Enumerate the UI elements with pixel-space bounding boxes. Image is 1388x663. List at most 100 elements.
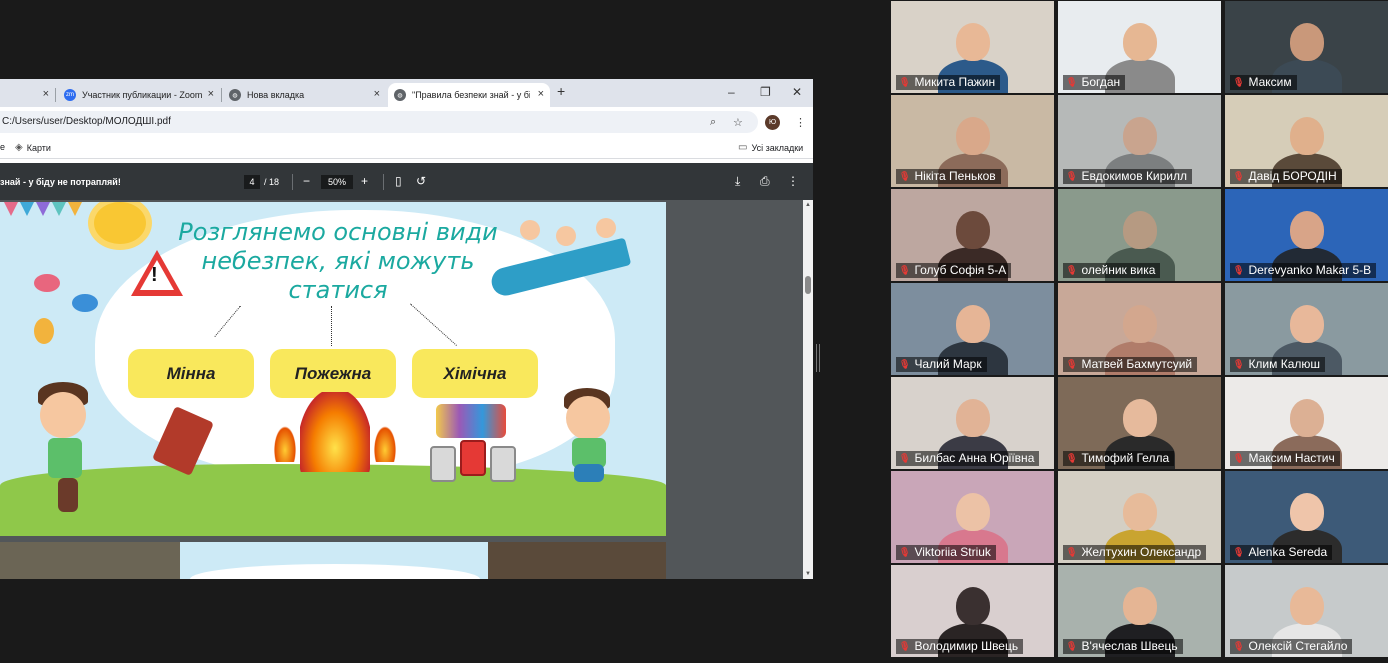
zoom-level-input[interactable]: 50%	[321, 175, 353, 189]
maps-icon: ◈	[15, 142, 23, 153]
tab-label: Участник публикации - Zoom	[82, 90, 203, 100]
tab-previous[interactable]: ×	[0, 83, 55, 107]
participant-tile[interactable]: 🎙 Viktoriia Striuk	[891, 471, 1054, 563]
minimize-button[interactable]: –	[728, 85, 735, 99]
participant-tile[interactable]: 🎙 Евдокимов Кирилл	[1058, 95, 1221, 187]
muted-mic-icon: 🎙	[1066, 641, 1078, 651]
muted-mic-icon: 🎙	[1066, 265, 1078, 275]
participant-face	[1289, 117, 1324, 155]
participant-face	[1122, 23, 1157, 61]
participant-face	[955, 211, 990, 249]
participant-name: Derevyanko Makar 5-В	[1248, 263, 1372, 277]
close-icon[interactable]: ×	[208, 88, 214, 100]
address-bar: C:/Users/user/Desktop/МОЛОДШІ.pdf ⌕ ☆ ⋮	[0, 107, 813, 137]
profile-avatar[interactable]: Ю	[765, 115, 780, 130]
participant-tile[interactable]: 🎙 Давід БОРОДІН	[1225, 95, 1388, 187]
participant-tile[interactable]: 🎙 Клим Калюш	[1225, 283, 1388, 375]
participant-face	[955, 493, 990, 531]
participant-tile[interactable]: 🎙 Желтухин Олександр	[1058, 471, 1221, 563]
participant-name: Viktoriia Striuk	[914, 545, 991, 559]
participant-tile[interactable]: 🎙 Нікіта Пеньков	[891, 95, 1054, 187]
new-tab-button[interactable]: +	[557, 83, 565, 99]
muted-mic-icon: 🎙	[1066, 453, 1078, 463]
participant-tile[interactable]: 🎙 Богдан	[1058, 1, 1221, 93]
participant-name: Микита Пажин	[914, 75, 996, 89]
rotate-icon[interactable]: ↺	[416, 174, 426, 188]
close-window-button[interactable]: ✕	[792, 85, 802, 99]
bookmark-star-icon[interactable]: ☆	[733, 116, 743, 129]
all-bookmarks[interactable]: ▭ Усі закладки	[738, 142, 803, 153]
sun-illustration	[94, 202, 146, 244]
scroll-thumb[interactable]	[805, 276, 811, 294]
participant-name: Олексій Стегайло	[1248, 639, 1348, 653]
muted-mic-icon: 🎙	[899, 77, 911, 87]
participant-face	[1289, 211, 1324, 249]
participant-tile[interactable]: 🎙 олейник вика	[1058, 189, 1221, 281]
page-number-input[interactable]: 4	[244, 175, 260, 189]
zoom-icon: zm	[64, 89, 76, 101]
participant-tile[interactable]: 🎙 Матвей Бахмутсуий	[1058, 283, 1221, 375]
participant-name-label: 🎙 В'ячеслав Швець	[1063, 639, 1183, 654]
tab-active-pdf[interactable]: ◍ "Правила безпеки знай - у біду ×	[388, 83, 550, 107]
more-options-icon[interactable]: ⋮	[787, 174, 799, 188]
pdf-title: знай - у біду не потрапляй!	[0, 177, 121, 187]
participant-name: Голуб Софія 5-А	[914, 263, 1007, 277]
participant-tile[interactable]: 🎙 Голуб Софія 5-А	[891, 189, 1054, 281]
browser-window: × zm Участник публикации - Zoom × ◍ Нова…	[0, 79, 813, 579]
muted-mic-icon: 🎙	[1066, 171, 1078, 181]
participant-name: Клим Калюш	[1248, 357, 1321, 371]
participant-tile[interactable]: 🎙 Володимир Швець	[891, 565, 1054, 657]
flame-illustration	[372, 422, 398, 462]
boy-body	[48, 438, 82, 478]
participant-tile[interactable]: 🎙 Чалий Марк	[891, 283, 1054, 375]
participant-tile[interactable]: 🎙 Микита Пажин	[891, 1, 1054, 93]
participant-tile[interactable]: 🎙 Alenka Sereda	[1225, 471, 1388, 563]
category-mine: Мінна	[128, 349, 254, 398]
participant-face	[955, 305, 990, 343]
next-slide-photo	[0, 542, 180, 579]
fit-page-icon[interactable]: ▯	[395, 174, 402, 188]
url-field[interactable]: C:/Users/user/Desktop/МОЛОДШІ.pdf	[0, 111, 758, 133]
participant-tile[interactable]: 🎙 Максим Настич	[1225, 377, 1388, 469]
bird-illustration	[34, 274, 60, 292]
bunting-flag	[68, 202, 82, 216]
zoom-out-button[interactable]: −	[303, 174, 310, 188]
muted-mic-icon: 🎙	[1233, 265, 1245, 275]
print-icon[interactable]: ⎙	[760, 174, 770, 189]
participant-tile[interactable]: 🎙 Билбас Анна Юріївна	[891, 377, 1054, 469]
participant-name: Максим	[1248, 75, 1292, 89]
zoom-in-button[interactable]: +	[361, 174, 368, 188]
participant-name-label: 🎙 Микита Пажин	[896, 75, 1001, 90]
participant-name-label: 🎙 Билбас Анна Юріївна	[896, 451, 1040, 466]
bookmark-item[interactable]: е	[0, 142, 5, 152]
split-view-handle[interactable]	[816, 344, 820, 372]
participant-tile[interactable]: 🎙 В'ячеслав Швець	[1058, 565, 1221, 657]
download-icon[interactable]: ⤓	[735, 174, 740, 189]
participant-face	[1122, 117, 1157, 155]
participant-name-label: 🎙 Derevyanko Makar 5-В	[1230, 263, 1377, 278]
bookmark-item-maps[interactable]: ◈ Карти	[15, 142, 51, 153]
close-icon[interactable]: ×	[43, 88, 49, 100]
participant-name-label: 🎙 Желтухин Олександр	[1063, 545, 1207, 560]
scroll-up-icon[interactable]: ▲	[805, 202, 811, 208]
zoom-lens-icon[interactable]: ⌕	[710, 116, 716, 129]
participant-face	[1289, 399, 1324, 437]
fire-illustration	[300, 392, 370, 472]
muted-mic-icon: 🎙	[1066, 77, 1078, 87]
participant-tile[interactable]: 🎙 Олексій Стегайло	[1225, 565, 1388, 657]
participant-name-label: 🎙 Евдокимов Кирилл	[1063, 169, 1193, 184]
restore-button[interactable]: ❐	[760, 85, 771, 99]
participant-tile[interactable]: 🎙 Тимофий Гелла	[1058, 377, 1221, 469]
menu-kebab-icon[interactable]: ⋮	[795, 116, 806, 129]
vertical-scrollbar[interactable]: ▲ ▼	[803, 200, 813, 579]
tab-new[interactable]: ◍ Нова вкладка ×	[223, 83, 386, 107]
participant-tile[interactable]: 🎙 Максим	[1225, 1, 1388, 93]
participant-face	[1122, 305, 1157, 343]
close-icon[interactable]: ×	[538, 88, 544, 100]
tab-zoom[interactable]: zm Участник публикации - Zoom ×	[58, 83, 220, 107]
close-icon[interactable]: ×	[374, 88, 380, 100]
scroll-down-icon[interactable]: ▼	[805, 571, 811, 577]
participant-name: Билбас Анна Юріївна	[914, 451, 1035, 465]
pdf-viewport[interactable]: ! Розглянемо основні види небезпек, які …	[0, 200, 813, 579]
participant-tile[interactable]: 🎙 Derevyanko Makar 5-В	[1225, 189, 1388, 281]
